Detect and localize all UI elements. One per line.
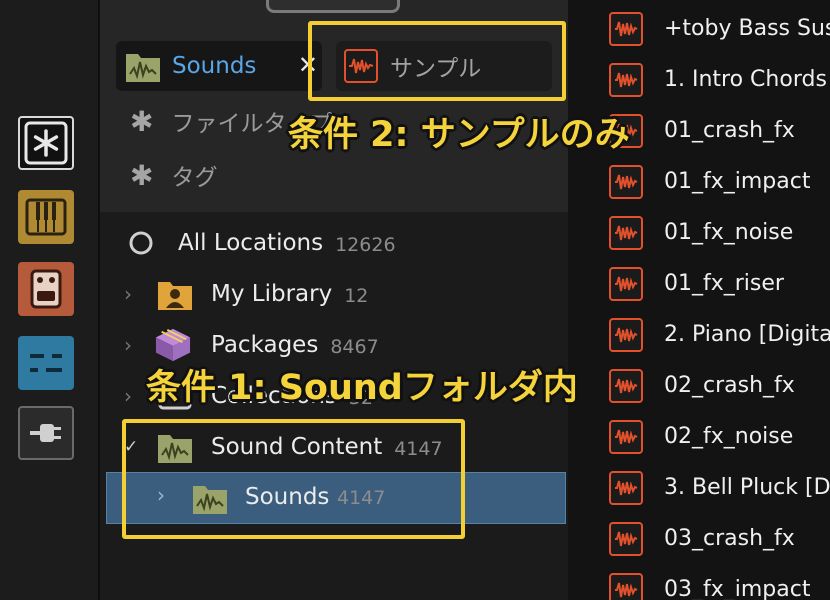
list-item[interactable]: 1. Intro Chords [568,54,830,105]
list-item-label: 01_fx_riser [664,271,784,296]
user-folder-icon [158,282,192,310]
waveform-icon [609,11,643,46]
chevron-right-icon[interactable]: › [124,384,132,408]
highlight-box-condition-1 [122,419,465,539]
tree-label: My Library [211,281,333,307]
chevron-right-icon[interactable]: › [124,333,132,357]
audio-effects-button[interactable] [18,262,74,316]
list-item[interactable]: +toby Bass Sustain [568,3,830,54]
waveform-icon [609,470,643,505]
circle-icon [129,231,153,255]
list-item-label: 03_fx_impact [664,577,811,600]
list-item-label: 02_crash_fx [664,373,795,398]
waveform-icon [609,266,643,301]
waveform-icon [609,419,643,454]
list-item-label: 01_fx_impact [664,169,811,194]
icon-rail [0,0,100,600]
filter-tag-label: タグ [171,165,218,191]
all-sources-button[interactable] [18,116,74,170]
list-item[interactable]: 02_crash_fx [568,360,830,411]
effect-pedal-icon [30,269,62,309]
list-item-label: 1. Intro Chords [664,67,827,92]
midi-effects-button[interactable] [18,336,74,390]
list-item[interactable]: 2. Piano [Digital] [568,309,830,360]
list-item[interactable]: 03_crash_fx [568,513,830,564]
tree-count: 12626 [335,234,396,256]
waveform-icon [609,368,643,403]
filter-chip-sounds[interactable]: Sounds ✕ [116,41,322,91]
asterisk-icon: ✱ [130,158,154,192]
list-item-label: 03_crash_fx [664,526,795,551]
filter-tag[interactable]: ✱ タグ [130,158,217,192]
list-item-label: 2. Piano [Digital] [664,322,830,347]
waveform-icon [609,62,643,97]
waveform-icon [609,572,643,600]
list-item-label: 3. Bell Pluck [D [664,475,830,500]
list-item[interactable]: 01_fx_impact [568,156,830,207]
list-item-label: +toby Bass Sustain [664,16,830,41]
panel-handle[interactable] [266,0,400,13]
list-item[interactable]: 03_fx_impact [568,564,830,600]
piano-icon [25,198,67,236]
tree-label: All Locations [178,230,324,256]
annotation-condition-2: 条件 2: サンプルのみ [288,115,630,155]
waveform-icon [609,521,643,556]
list-item[interactable]: 01_fx_noise [568,207,830,258]
package-icon [155,328,191,362]
note-fx-icon [30,354,62,372]
tree-label: Packages [211,332,319,358]
asterisk-icon [24,121,68,165]
file-list: +toby Bass Sustain 1. Intro Chords 01_cras… [568,0,830,600]
list-item-label: 02_fx_noise [664,424,794,449]
list-item-label: 01_crash_fx [664,118,795,143]
annotation-condition-1: 条件 1: Soundフォルダ内 [146,368,578,408]
tree-item-my-library[interactable]: › My Library 12 [100,269,568,319]
list-item[interactable]: 3. Bell Pluck [D [568,462,830,513]
waveform-icon [609,317,643,352]
plugin-icon [30,424,61,442]
folder-icon [126,54,160,82]
list-item-label: 01_fx_noise [664,220,794,245]
list-item[interactable]: 02_fx_noise [568,411,830,462]
highlight-box-condition-2 [308,21,566,101]
instruments-button[interactable] [18,190,74,244]
waveform-icon [609,215,643,250]
chevron-right-icon[interactable]: › [124,282,132,306]
waveform-icon [609,164,643,199]
list-item[interactable]: 01_fx_riser [568,258,830,309]
tree-count: 12 [344,285,369,307]
chip-label-sounds: Sounds [172,53,257,79]
asterisk-icon: ✱ [130,104,154,138]
plugins-button[interactable] [18,406,74,460]
tree-count: 8467 [330,336,379,358]
tree-item-all-locations[interactable]: All Locations 12626 [100,218,568,268]
